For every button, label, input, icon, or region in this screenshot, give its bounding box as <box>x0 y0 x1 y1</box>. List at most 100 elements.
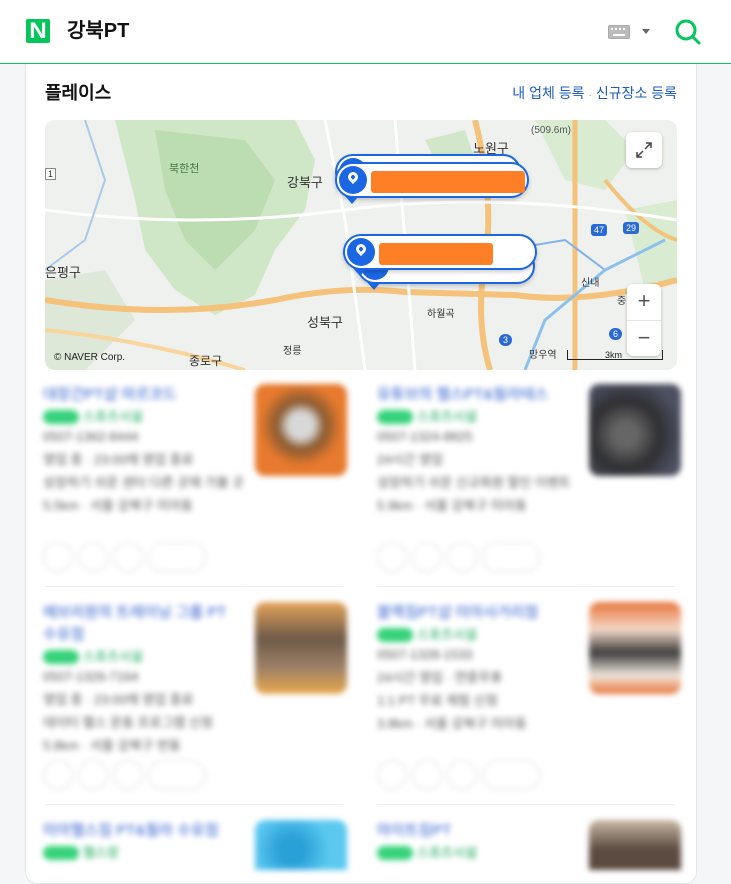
search-query[interactable]: 강북PT <box>67 18 129 44</box>
chevron-down-icon[interactable] <box>642 29 650 34</box>
action-button[interactable] <box>113 760 143 790</box>
zoom-in-button[interactable]: + <box>627 284 661 320</box>
action-button[interactable] <box>482 760 540 790</box>
redacted-label <box>379 243 493 265</box>
expand-map-button[interactable] <box>626 132 662 168</box>
listing-thumbnail[interactable] <box>589 384 681 476</box>
search-icon[interactable] <box>674 18 702 46</box>
listing-title[interactable]: 블랙짐PT샵 미아사거리점 <box>377 602 577 624</box>
action-button[interactable] <box>148 760 206 790</box>
map-label-route-6: 6 <box>609 328 623 340</box>
list-item[interactable]: 유튜브의 헬스PT&필라테스 스포츠시설 0507-1324-8825 24시간… <box>377 384 681 584</box>
naver-logo[interactable]: N <box>26 19 50 43</box>
listing-thumbnail[interactable] <box>589 820 681 870</box>
listing-tag <box>377 845 413 860</box>
action-button[interactable] <box>447 542 477 572</box>
listing-tag <box>377 409 413 424</box>
listing-title[interactable]: 마이트짐PT <box>377 820 577 842</box>
listing-tag <box>43 845 79 860</box>
map-label-bukhansan: 북한천 <box>169 163 200 175</box>
register-business-link[interactable]: 내 업체 등록 <box>512 85 584 101</box>
listing-distance: 5.8km · 서울 강북구 번동 <box>43 738 181 753</box>
map-scale-text: 3km <box>605 350 623 360</box>
listing-thumbnail[interactable] <box>589 602 681 694</box>
register-new-place-link[interactable]: 신규장소 등록 <box>596 85 677 101</box>
listing-category: 스포츠시설 <box>83 649 143 664</box>
map-label-seongbuk: 성북구 <box>307 315 343 330</box>
divider <box>377 804 675 805</box>
action-button[interactable] <box>78 760 108 790</box>
link-separator: · <box>588 90 592 101</box>
map-view[interactable]: 북한천 강북구 노원구 (509.6m) 은평구 성북구 종로구 정릉 하월곡 … <box>45 120 677 370</box>
map-label-jongno: 종로구 <box>189 354 223 368</box>
map-label-route-47: 47 <box>591 224 608 236</box>
listing-tag <box>43 649 79 664</box>
action-button[interactable] <box>43 542 73 572</box>
section-title: 플레이스 <box>45 83 112 103</box>
location-pin-icon <box>347 238 375 266</box>
listing-tag <box>43 409 79 424</box>
listing-category: 스포츠시설 <box>83 409 143 424</box>
listing-actions <box>377 542 545 576</box>
list-item[interactable]: 에브리원의 트레이닝 그룹 PT 수유점 스포츠시설 0507-1326-716… <box>43 602 347 802</box>
map-label-route-1: 1 <box>45 168 57 180</box>
listing-distance: 3.8km · 서울 강북구 미아동 <box>377 716 527 731</box>
list-item[interactable]: 블랙짐PT샵 미아사거리점 스포츠시설 0507-1328-1533 24시간 … <box>377 602 681 802</box>
listing-title[interactable]: 유튜브의 헬스PT&필라테스 <box>377 384 577 406</box>
top-header: N 강북PT <box>0 0 731 64</box>
map-copyright: © NAVER Corp. <box>54 352 126 363</box>
redacted-label <box>371 171 525 193</box>
map-label-sinnae: 신내 <box>581 278 600 289</box>
action-button[interactable] <box>377 542 407 572</box>
listing-distance: 5.5km · 서울 강북구 미아동 <box>43 498 193 513</box>
zoom-control: + − <box>627 284 661 356</box>
divider <box>45 804 343 805</box>
action-button[interactable] <box>78 542 108 572</box>
listing-actions <box>43 760 211 794</box>
listing-category: 스포츠시설 <box>417 409 477 424</box>
divider <box>45 586 343 587</box>
listing-tag <box>377 627 413 642</box>
action-button[interactable] <box>412 542 442 572</box>
action-button[interactable] <box>113 542 143 572</box>
listing-actions <box>43 542 211 576</box>
listing-title[interactable]: 에브리원의 트레이닝 그룹 PT 수유점 <box>43 602 243 646</box>
action-button[interactable] <box>43 760 73 790</box>
map-label-route-3: 3 <box>499 334 513 346</box>
listing-thumbnail[interactable] <box>255 602 347 694</box>
pin-tail <box>345 196 359 204</box>
map-label-route-29: 29 <box>623 222 640 234</box>
keyboard-icon[interactable] <box>608 25 630 39</box>
listing-title[interactable]: 미아헬스짐 PT&필라 수유점 <box>43 820 243 842</box>
list-item[interactable]: 마이트짐PT 스포츠시설 <box>377 820 681 870</box>
listing-category: 헬스장 <box>83 845 119 860</box>
listing-desc: 데이터 헬스 운동 프로그램 신청 <box>43 715 213 730</box>
map-pin[interactable] <box>343 234 537 276</box>
pin-tail <box>353 268 367 276</box>
list-item[interactable]: 미아헬스짐 PT&필라 수유점 헬스장 <box>43 820 347 870</box>
place-links: 내 업체 등록 · 신규장소 등록 <box>512 84 677 105</box>
map-label-junggu: 중 <box>617 296 627 307</box>
listing-distance: 5.9km · 서울 강북구 미아동 <box>377 498 527 513</box>
action-button[interactable] <box>412 760 442 790</box>
action-button[interactable] <box>447 760 477 790</box>
listing-thumbnail[interactable] <box>255 820 347 870</box>
action-button[interactable] <box>482 542 540 572</box>
pin-tail <box>367 282 381 290</box>
listing-actions <box>377 760 545 794</box>
action-button[interactable] <box>148 542 206 572</box>
list-item[interactable]: 대장간PT샵 마르코드 스포츠시설 0507-1362-8444 영업 중 · … <box>43 384 347 584</box>
map-pin[interactable] <box>335 162 529 204</box>
action-button[interactable] <box>377 760 407 790</box>
listing-category: 스포츠시설 <box>417 627 477 642</box>
map-label-jeongneung: 정릉 <box>283 346 302 357</box>
listing-category: 스포츠시설 <box>417 845 477 860</box>
map-label-mangu: 망우역 <box>529 350 557 361</box>
expand-icon <box>636 142 652 158</box>
listing-thumbnail[interactable] <box>255 384 347 476</box>
map-label-eunpyeong: 은평구 <box>45 265 81 280</box>
listing-title[interactable]: 대장간PT샵 마르코드 <box>43 384 243 406</box>
divider <box>377 586 675 587</box>
location-pin-icon <box>339 166 367 194</box>
map-label-gangbuk: 강북구 <box>287 175 323 190</box>
